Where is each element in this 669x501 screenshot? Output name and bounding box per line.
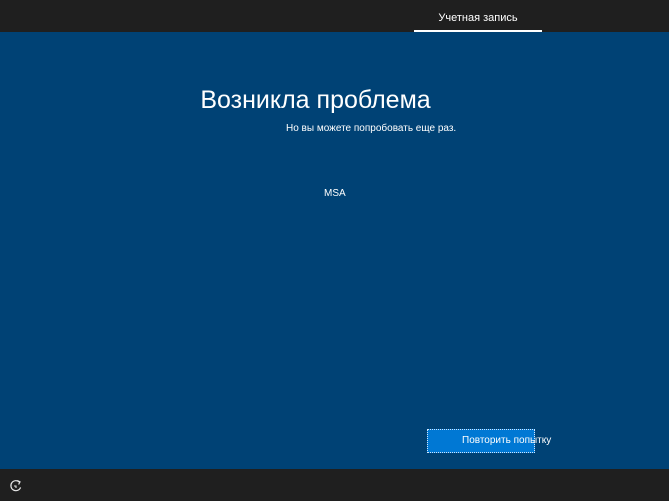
main-panel: Возникла проблема Но вы можете попробова…	[0, 32, 669, 469]
retry-button[interactable]: Повторить попытку	[427, 429, 551, 453]
page-title: Возникла проблема	[200, 86, 431, 114]
error-code: MSA	[324, 188, 346, 199]
top-bar: Учетная запись	[0, 0, 669, 32]
tab-account-label: Учетная запись	[438, 12, 518, 24]
page-subtitle: Но вы можете попробовать еще раз.	[286, 123, 457, 134]
bottom-bar	[0, 469, 669, 501]
ease-of-access-icon[interactable]	[9, 479, 23, 493]
tab-account[interactable]: Учетная запись	[414, 0, 542, 32]
